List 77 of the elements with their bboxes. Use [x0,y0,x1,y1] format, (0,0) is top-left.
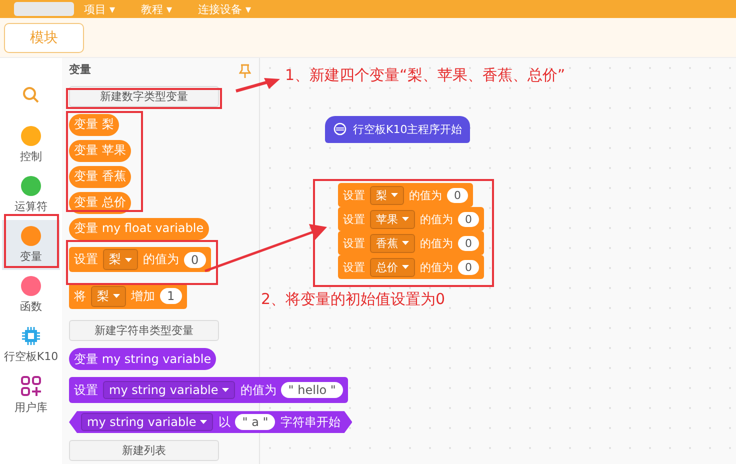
set-block[interactable]: 设置 香蕉 的值为 0 [338,231,484,255]
block-text: 变量 香蕉 [74,168,126,186]
value-field[interactable]: 0 [458,212,479,226]
category-label: 变量 [20,249,42,264]
block-text: 的值为 [420,236,453,250]
caret-icon [200,420,208,424]
value-field[interactable]: " hello " [281,382,343,398]
caret-icon [222,388,230,392]
block-text: 的值为 [420,212,453,226]
block-text: 设置 [343,260,365,274]
set-block[interactable]: 设置 总价 的值为 0 [338,255,484,279]
block-text: 增加 [131,288,155,305]
dropdown-field[interactable]: my string variable [103,381,236,400]
block-text: 行空板K10主程序开始 [353,122,462,137]
pin-icon[interactable] [239,64,251,78]
block-text: 变量 my string variable [74,350,212,368]
block-text: 设置 [74,251,98,268]
caret-icon [402,217,409,221]
value-field[interactable]: " a " [235,414,276,430]
reporter-block[interactable]: 变量 my string variable [69,348,216,370]
annotation-text: 1、新建四个变量“梨、苹果、香蕉、总价” [285,66,566,85]
new-variable-button[interactable]: 新建字符串类型变量 [69,320,219,342]
set-block[interactable]: 设置 my string variable 的值为 " hello " [69,377,348,404]
category-label: 控制 [20,149,42,164]
caret-icon [125,258,132,262]
caret-icon [391,193,398,197]
block-text: 设置 [343,212,365,226]
category-label: 运算符 [14,199,48,214]
category-item[interactable]: 行空板K10 [2,320,60,370]
caret-icon [402,265,409,269]
set-block[interactable]: 设置 梨 的值为 0 [69,246,211,272]
block-text: 的值为 [143,251,179,268]
block-text: 设置 [343,236,365,250]
block-text: 变量 总价 [74,194,126,212]
block-text: 变量 梨 [74,116,114,134]
block-text: 设置 [343,188,365,202]
grid-plus-icon [20,375,42,397]
block-text: 的值为 [409,188,442,202]
search-icon[interactable] [22,86,40,104]
start-hat-block[interactable]: 行空板K10主程序开始 [325,116,470,143]
palette-title: 变量 [69,62,91,77]
caret-icon [402,241,409,245]
category-item[interactable]: 用户库 [2,370,60,420]
category-item[interactable]: 运算符 [2,170,60,220]
block-text: 字符串开始 [280,414,340,431]
block-text: 的值为 [420,260,453,274]
set-block[interactable]: 设置 苹果 的值为 0 [338,207,484,231]
board-icon [333,122,347,138]
dropdown-field[interactable]: my string variable [81,413,214,432]
chip-icon [21,326,41,346]
block-text: 设置 [74,382,98,399]
block-text: 变量 苹果 [74,142,126,160]
value-field[interactable]: 0 [447,188,468,202]
annotation-text: 2、将变量的初始值设置为0 [261,290,446,309]
value-field[interactable]: 0 [184,252,206,268]
value-field[interactable]: 0 [458,260,479,274]
logo-placeholder [14,2,74,16]
category-item[interactable]: 函数 [2,270,60,320]
set-block[interactable]: 设置 梨 的值为 0 [338,183,473,207]
block-text: 变量 my float variable [74,220,204,238]
category-label: 函数 [20,299,42,314]
category-label: 用户库 [14,400,48,415]
block-text: 的值为 [240,382,276,399]
arrow [236,78,280,92]
category-label: 行空板K10 [4,349,58,364]
block-text: 以 [218,414,230,431]
category-item[interactable]: 控制 [2,120,60,170]
boolean-block[interactable]: my string variable 以 " a " 字符串开始 [69,411,352,434]
new-variable-button[interactable]: 新建列表 [69,440,219,461]
block-text: 将 [74,288,86,305]
category-item[interactable]: 变量 [2,220,60,270]
value-field[interactable]: 1 [160,288,182,304]
set-block[interactable]: 将 梨 增加 1 [69,283,187,310]
caret-icon [113,294,120,298]
value-field[interactable]: 0 [458,236,479,250]
highlight-frame [4,214,59,268]
new-variable-button[interactable]: 新建数字类型变量 [69,86,219,107]
